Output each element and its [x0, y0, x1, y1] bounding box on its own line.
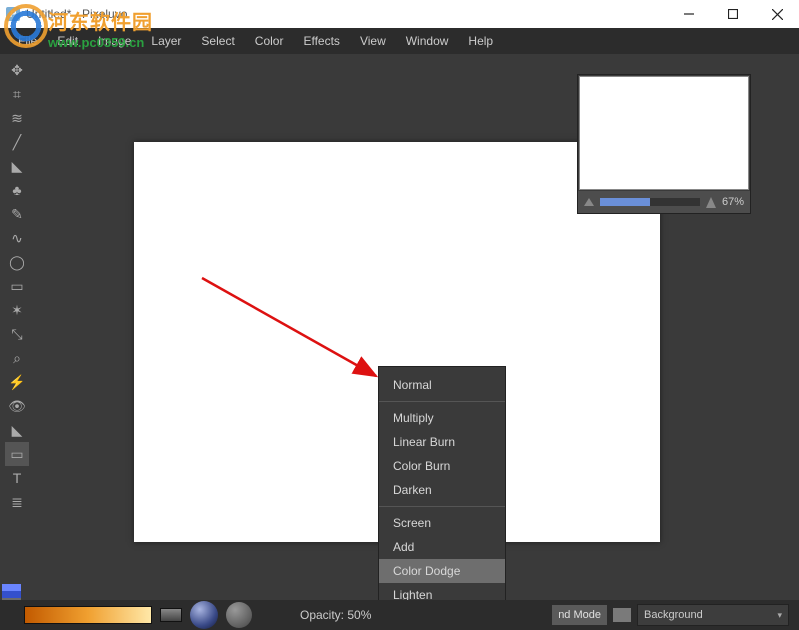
- maximize-button[interactable]: [711, 0, 755, 28]
- close-button[interactable]: [755, 0, 799, 28]
- navigator-thumbnail[interactable]: [579, 76, 749, 190]
- navigator-panel: 67%: [577, 74, 751, 214]
- blend-item-multiply[interactable]: Multiply: [379, 406, 505, 430]
- blend-item-normal[interactable]: Normal: [379, 373, 505, 397]
- crop-tool-icon[interactable]: ⌗: [5, 82, 29, 106]
- menu-select[interactable]: Select: [191, 30, 244, 52]
- menu-separator: [379, 401, 505, 402]
- zoom-in-icon[interactable]: [706, 197, 716, 208]
- lasso-tool-icon[interactable]: ◯: [5, 250, 29, 274]
- tool-column: ✥ ⌗ ≋ ╱ ◣ ♣ ✎ ∿ ◯ ▭ ✶ ⤡ ⌕ ⚡ 👁 ◣ ▭ T ≣: [0, 54, 34, 614]
- zoom-value: 67%: [722, 196, 744, 208]
- visibility-tool-icon[interactable]: 👁: [5, 394, 29, 418]
- smudge-tool-icon[interactable]: ∿: [5, 226, 29, 250]
- blend-item-color-dodge[interactable]: Color Dodge: [379, 559, 505, 583]
- minimize-button[interactable]: [667, 0, 711, 28]
- blend-item-color-burn[interactable]: Color Burn: [379, 454, 505, 478]
- menu-image[interactable]: Image: [88, 30, 141, 52]
- blur-tool-icon[interactable]: ≣: [5, 490, 29, 514]
- menu-bar: File Edit Image Layer Select Color Effec…: [0, 28, 799, 54]
- menu-file[interactable]: File: [8, 30, 47, 52]
- layer-selected-label: Background: [644, 609, 703, 621]
- menu-view[interactable]: View: [350, 30, 396, 52]
- palette-swatch[interactable]: [2, 591, 21, 598]
- blend-item-screen[interactable]: Screen: [379, 511, 505, 535]
- opacity-label[interactable]: Opacity: 50%: [300, 608, 371, 622]
- zoom-slider[interactable]: [600, 198, 700, 206]
- move-tool-icon[interactable]: ✥: [5, 58, 29, 82]
- menu-edit[interactable]: Edit: [47, 30, 88, 52]
- menu-window[interactable]: Window: [396, 30, 459, 52]
- clone-tool-icon[interactable]: ♣: [5, 178, 29, 202]
- brush-preview-icon[interactable]: [226, 602, 252, 628]
- title-bar: P Untitled* - Pixeluvo: [0, 0, 799, 28]
- blend-item-add[interactable]: Add: [379, 535, 505, 559]
- chevron-down-icon: ▾: [777, 610, 782, 621]
- layers-folder-icon[interactable]: [613, 608, 631, 622]
- menu-effects[interactable]: Effects: [293, 30, 349, 52]
- eyedropper-tool-icon[interactable]: ⤡: [5, 322, 29, 346]
- menu-color[interactable]: Color: [245, 30, 294, 52]
- window-title: Untitled* - Pixeluvo: [26, 7, 127, 21]
- heal-tool-icon[interactable]: ✎: [5, 202, 29, 226]
- eraser-tool-icon[interactable]: ◣: [5, 154, 29, 178]
- marquee-tool-icon[interactable]: ▭: [5, 274, 29, 298]
- app-icon: P: [6, 7, 20, 21]
- blend-mode-menu: Normal Multiply Linear Burn Color Burn D…: [378, 366, 506, 614]
- menu-help[interactable]: Help: [458, 30, 503, 52]
- blend-item-darken[interactable]: Darken: [379, 478, 505, 502]
- blend-mode-button[interactable]: nd Mode: [552, 605, 607, 625]
- wand-tool-icon[interactable]: ✶: [5, 298, 29, 322]
- palette-swatch[interactable]: [2, 584, 21, 591]
- color-sphere-icon[interactable]: [190, 601, 218, 629]
- bottom-bar: Opacity: 50% nd Mode Background ▾: [0, 600, 799, 630]
- zoom-out-icon[interactable]: [584, 198, 594, 206]
- navigator-footer: 67%: [578, 191, 750, 213]
- gradient-tool-icon[interactable]: ▭: [5, 442, 29, 466]
- brush-tool-icon[interactable]: ╱: [5, 130, 29, 154]
- text-tool-icon[interactable]: T: [5, 466, 29, 490]
- menu-layer[interactable]: Layer: [141, 30, 191, 52]
- layer-selector[interactable]: Background ▾: [637, 604, 789, 626]
- color-swatch-icon[interactable]: [160, 608, 182, 622]
- zoom-tool-icon[interactable]: ⌕: [5, 346, 29, 370]
- adjustment-tool-icon[interactable]: ≋: [5, 106, 29, 130]
- blend-item-linear-burn[interactable]: Linear Burn: [379, 430, 505, 454]
- bucket-tool-icon[interactable]: ◣: [5, 418, 29, 442]
- burn-tool-icon[interactable]: ⚡: [5, 370, 29, 394]
- menu-separator: [379, 506, 505, 507]
- gradient-preview[interactable]: [24, 606, 152, 624]
